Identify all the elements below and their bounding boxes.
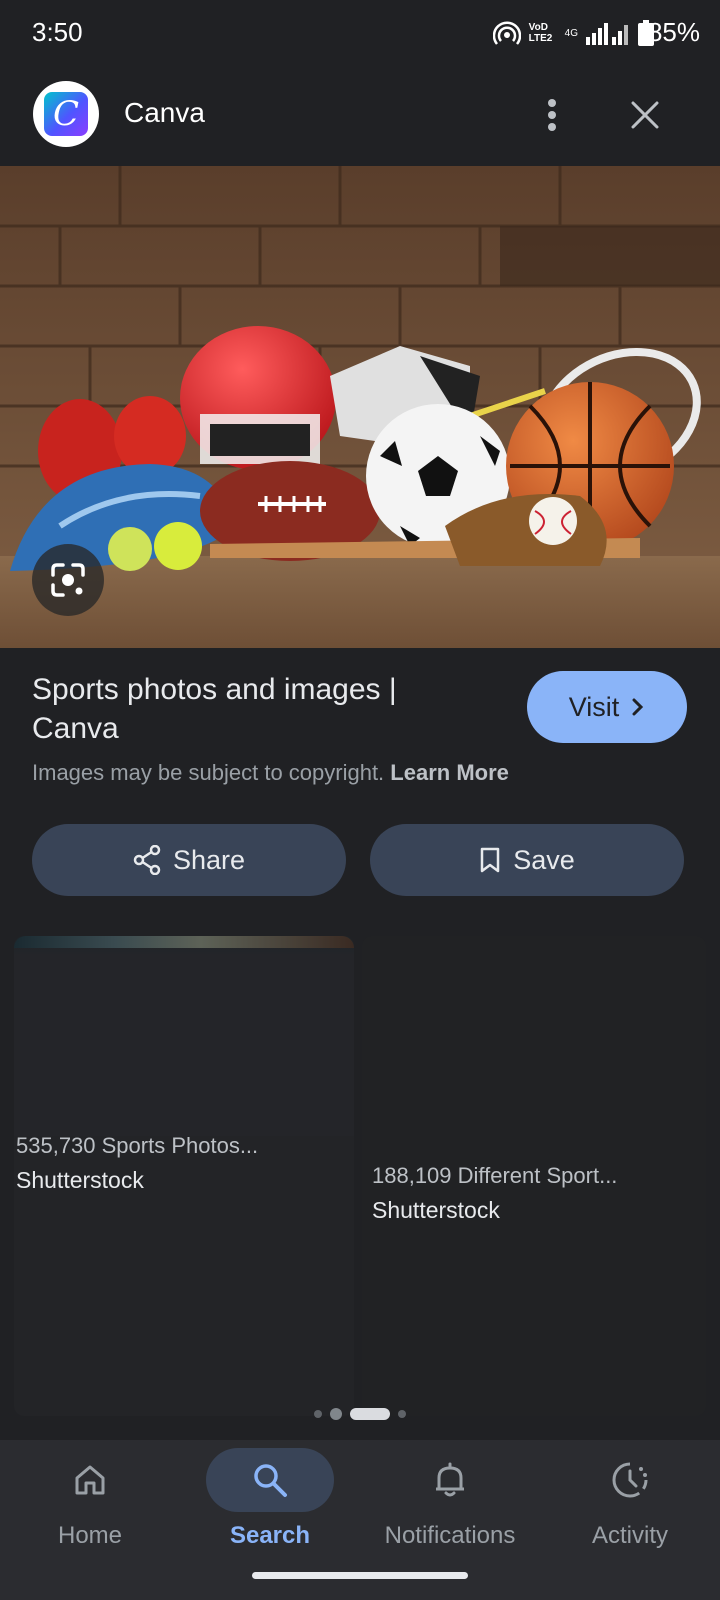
home-icon xyxy=(75,1465,105,1495)
gesture-handle xyxy=(252,1572,468,1579)
nav-label: Search xyxy=(229,1522,311,1549)
signal-icon xyxy=(586,23,628,45)
carousel-indicator xyxy=(0,1408,720,1420)
lens-search-button[interactable] xyxy=(32,544,104,616)
nav-search[interactable]: Search xyxy=(180,1440,360,1570)
bookmark-icon xyxy=(480,847,500,873)
nav-label: Home xyxy=(57,1522,123,1549)
sports-equipment-photo xyxy=(0,166,720,648)
search-icon xyxy=(254,1464,287,1497)
visit-button[interactable]: Visit xyxy=(527,671,687,743)
bell-icon xyxy=(436,1462,464,1497)
battery-percent: 85% xyxy=(647,17,700,47)
related-title: 188,109 Different Sport... xyxy=(372,1163,618,1188)
share-button[interactable]: Share xyxy=(32,824,346,896)
app-header: C Canva xyxy=(0,66,720,166)
site-title: Canva xyxy=(124,97,205,128)
share-label: Share xyxy=(172,844,246,875)
more-vert-icon xyxy=(548,99,556,131)
carousel-dot xyxy=(314,1410,322,1418)
close-icon xyxy=(631,101,659,129)
canva-logo-mark: C xyxy=(44,92,88,136)
copyright-notice: Images may be subject to copyright. Lear… xyxy=(32,760,509,786)
signal-type-label: 4G xyxy=(564,27,578,39)
related-title: 535,730 Sports Photos... xyxy=(16,1133,259,1158)
nav-icon-container xyxy=(206,1448,334,1512)
hotspot-icon xyxy=(492,21,521,45)
visit-label: Visit xyxy=(568,691,620,722)
close-button[interactable] xyxy=(620,90,670,140)
nav-label: Activity xyxy=(591,1522,668,1549)
related-thumbnail xyxy=(14,936,354,1136)
lens-icon xyxy=(51,563,85,597)
related-source: Shutterstock xyxy=(16,1167,144,1193)
learn-more-link[interactable]: Learn More xyxy=(390,760,509,785)
nav-icon-container xyxy=(386,1448,514,1512)
chevron-right-icon xyxy=(632,698,644,716)
save-label: Save xyxy=(513,844,575,875)
nav-activity[interactable]: Activity xyxy=(540,1440,720,1570)
canva-logo[interactable]: C xyxy=(33,81,99,147)
nav-home[interactable]: Home xyxy=(0,1440,180,1570)
save-button[interactable]: Save xyxy=(370,824,684,896)
share-icon xyxy=(133,845,161,875)
status-time: 3:50 xyxy=(32,17,83,47)
nav-icon-container xyxy=(26,1448,154,1512)
status-bar: 3:50 VoD LTE2 4G 85% xyxy=(0,0,720,66)
more-options-button[interactable] xyxy=(530,90,574,140)
copyright-text: Images may be subject to copyright. xyxy=(32,760,385,785)
activity-icon xyxy=(612,1462,648,1498)
related-result-card[interactable]: 535,730 Sports Photos... Shutterstock xyxy=(14,936,354,1416)
result-title[interactable]: Sports photos and images | Canva xyxy=(32,670,462,748)
related-result-card[interactable]: 188,109 Different Sport... Shutterstock xyxy=(362,936,706,1416)
status-icons: VoD LTE2 4G xyxy=(492,20,654,46)
carousel-dot xyxy=(330,1408,342,1420)
related-source: Shutterstock xyxy=(372,1197,500,1223)
carousel-dot xyxy=(398,1410,406,1418)
carousel-dot-active xyxy=(350,1408,390,1420)
nav-notifications[interactable]: Notifications xyxy=(360,1440,540,1570)
nav-icon-container xyxy=(566,1448,694,1512)
nav-label: Notifications xyxy=(384,1522,516,1549)
result-image[interactable] xyxy=(0,166,720,648)
network-type-label: VoD LTE2 xyxy=(528,22,553,44)
